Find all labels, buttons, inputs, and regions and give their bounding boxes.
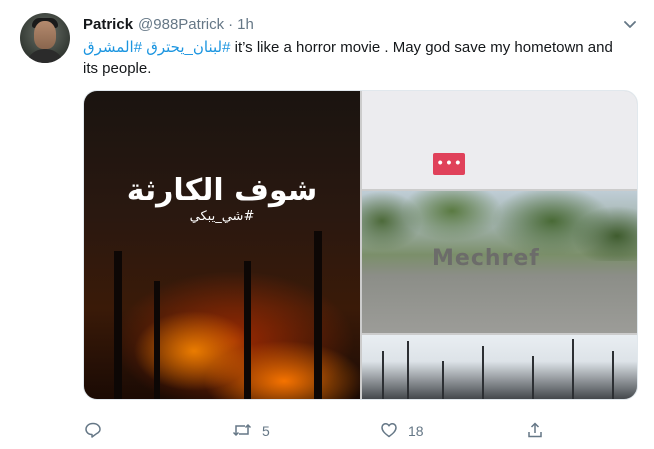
separator-dot: · bbox=[228, 15, 234, 33]
image-caption-title: شوف الكارثة bbox=[126, 173, 318, 208]
hashtag-link[interactable]: #لبنان_يحترق bbox=[146, 39, 230, 56]
tweet-text: #المشرق #لبنان_يحترق it’s like a horror … bbox=[83, 37, 628, 79]
retweet-icon bbox=[232, 421, 252, 442]
tree-silhouette bbox=[314, 231, 322, 399]
media-grid[interactable]: شوف الكارثة #شي_يبكي • • • Mechref bbox=[83, 90, 638, 400]
hashtag-link[interactable]: #المشرق bbox=[83, 39, 142, 56]
screenshot-image[interactable]: • • • bbox=[362, 91, 637, 189]
rock-sign-text: Mechref bbox=[432, 246, 540, 271]
tree-silhouette bbox=[114, 251, 122, 399]
burnt-trunk bbox=[612, 351, 614, 399]
avatar-face bbox=[34, 21, 56, 49]
tweet-actions: 5 18 bbox=[0, 420, 654, 442]
image-caption-subtitle: #شي_يبكي bbox=[189, 209, 255, 224]
burnt-forest-image[interactable] bbox=[362, 335, 637, 399]
reply-button[interactable] bbox=[84, 420, 102, 442]
author-name[interactable]: Patrick bbox=[83, 16, 133, 33]
red-badge: • • • bbox=[433, 153, 465, 175]
share-icon bbox=[526, 421, 544, 442]
tweet-time[interactable]: 1h bbox=[237, 16, 254, 33]
avatar-body bbox=[26, 49, 64, 63]
like-count: 18 bbox=[408, 423, 424, 439]
burnt-trunk bbox=[382, 351, 384, 399]
fire-image[interactable]: شوف الكارثة #شي_يبكي bbox=[84, 91, 360, 399]
heart-icon bbox=[380, 421, 398, 442]
share-button[interactable] bbox=[526, 420, 544, 442]
tree-silhouette bbox=[154, 281, 160, 399]
burnt-trunk bbox=[482, 346, 484, 399]
tree-silhouette bbox=[244, 261, 251, 399]
retweet-button[interactable]: 5 bbox=[232, 420, 270, 442]
rock-sign-image[interactable]: Mechref bbox=[362, 191, 637, 333]
author-handle[interactable]: @988Patrick bbox=[138, 16, 224, 33]
reply-icon bbox=[84, 421, 102, 442]
burnt-trunk bbox=[532, 356, 534, 399]
tweet[interactable]: Patrick @988Patrick · 1h #المشرق #لبنان_… bbox=[0, 0, 654, 449]
burnt-trunk bbox=[442, 361, 444, 399]
tweet-header: Patrick @988Patrick · 1h bbox=[83, 14, 254, 34]
like-button[interactable]: 18 bbox=[380, 420, 424, 442]
burnt-trunk bbox=[407, 341, 409, 399]
retweet-count: 5 bbox=[262, 423, 270, 439]
chevron-down-icon[interactable] bbox=[620, 14, 640, 34]
avatar[interactable] bbox=[20, 13, 70, 63]
burnt-trunk bbox=[572, 339, 574, 399]
